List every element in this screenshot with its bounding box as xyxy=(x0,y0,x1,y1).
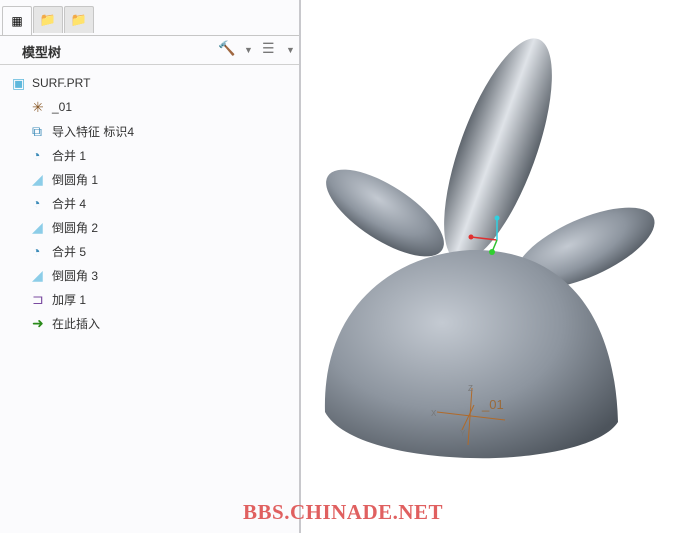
tree-item-label: 倒圆角 1 xyxy=(52,172,99,187)
tree-item[interactable]: ✳ _01 xyxy=(32,96,72,118)
list-icon[interactable]: ☰ xyxy=(262,40,275,57)
tree-item-label: _01 xyxy=(52,100,73,114)
tree-item-label: 合并 1 xyxy=(52,148,87,163)
round-icon: ◢ xyxy=(32,171,43,187)
insert-here-arrow-icon: ➜ xyxy=(32,315,44,331)
watermark: BBS.CHINADE.NET xyxy=(243,500,444,524)
merge-icon: ◔ xyxy=(32,243,41,259)
tree-item[interactable]: ◢ 倒圆角 2 xyxy=(32,216,98,238)
axis-z-label: Z xyxy=(468,384,473,393)
tree-item-label: 导入特征 标识4 xyxy=(52,124,135,139)
tab-favorites[interactable]: 📁 xyxy=(64,6,94,33)
model-3d: _01 Z X Y xyxy=(324,38,655,459)
axis-y-label: Y xyxy=(460,429,466,438)
import-feature-icon: ⧉ xyxy=(32,123,42,139)
coord-sys-icon: ✳ xyxy=(32,99,44,115)
model-tree-panel: ▦ 📁 📁 模型树 🔨 ▼ ☰ ▼ ▣ SURF.PRT ✳ _01 ⧉ 导入特征 标识4… xyxy=(0,0,301,533)
tree-item-label: 倒圆角 2 xyxy=(52,220,99,235)
round-icon: ◢ xyxy=(32,219,43,235)
graphics-viewport[interactable]: _01 Z X Y xyxy=(301,0,683,533)
tree-item[interactable]: ◔ 合并 4 xyxy=(32,192,86,214)
csys-label: _01 xyxy=(481,397,504,412)
tab-folder-browser[interactable]: 📁 xyxy=(33,6,63,33)
tree-item-label: 加厚 1 xyxy=(52,292,87,307)
chevron-down-icon[interactable]: ▼ xyxy=(286,45,295,55)
round-icon: ◢ xyxy=(32,267,43,283)
tree-item[interactable]: ◢ 倒圆角 1 xyxy=(32,168,98,190)
favorites-folder-icon: 📁 xyxy=(70,12,88,27)
merge-icon: ◔ xyxy=(32,147,41,163)
tree-item[interactable]: ⊐ 加厚 1 xyxy=(32,288,86,310)
tree-icon: ▦ xyxy=(11,14,23,28)
tree-item-label: 倒圆角 3 xyxy=(52,268,99,283)
panel-title: 模型树 xyxy=(22,45,62,60)
tree-item-label: 在此插入 xyxy=(52,316,101,331)
tree-item-label: SURF.PRT xyxy=(32,76,91,90)
chevron-down-icon[interactable]: ▼ xyxy=(244,45,253,55)
tree-item-label: 合并 5 xyxy=(52,244,87,259)
tree-root[interactable]: ▣ SURF.PRT xyxy=(12,72,90,94)
tree-item[interactable]: ⧉ 导入特征 标识4 xyxy=(32,120,134,142)
tree-item[interactable]: ◔ 合并 5 xyxy=(32,240,86,262)
part-icon: ▣ xyxy=(12,75,26,91)
tree-item[interactable]: ➜ 在此插入 xyxy=(32,312,100,334)
tree-item[interactable]: ◢ 倒圆角 3 xyxy=(32,264,98,286)
tab-model-tree[interactable]: ▦ xyxy=(2,6,32,35)
tree-item[interactable]: ◔ 合并 1 xyxy=(32,144,86,166)
folders-icon: 📁 xyxy=(39,12,57,27)
merge-icon: ◔ xyxy=(32,195,41,211)
tree-item-label: 合并 4 xyxy=(52,196,87,211)
axis-x-label: X xyxy=(431,409,437,418)
tools-icon[interactable]: 🔨 xyxy=(218,40,235,57)
thicken-icon: ⊐ xyxy=(32,291,44,307)
